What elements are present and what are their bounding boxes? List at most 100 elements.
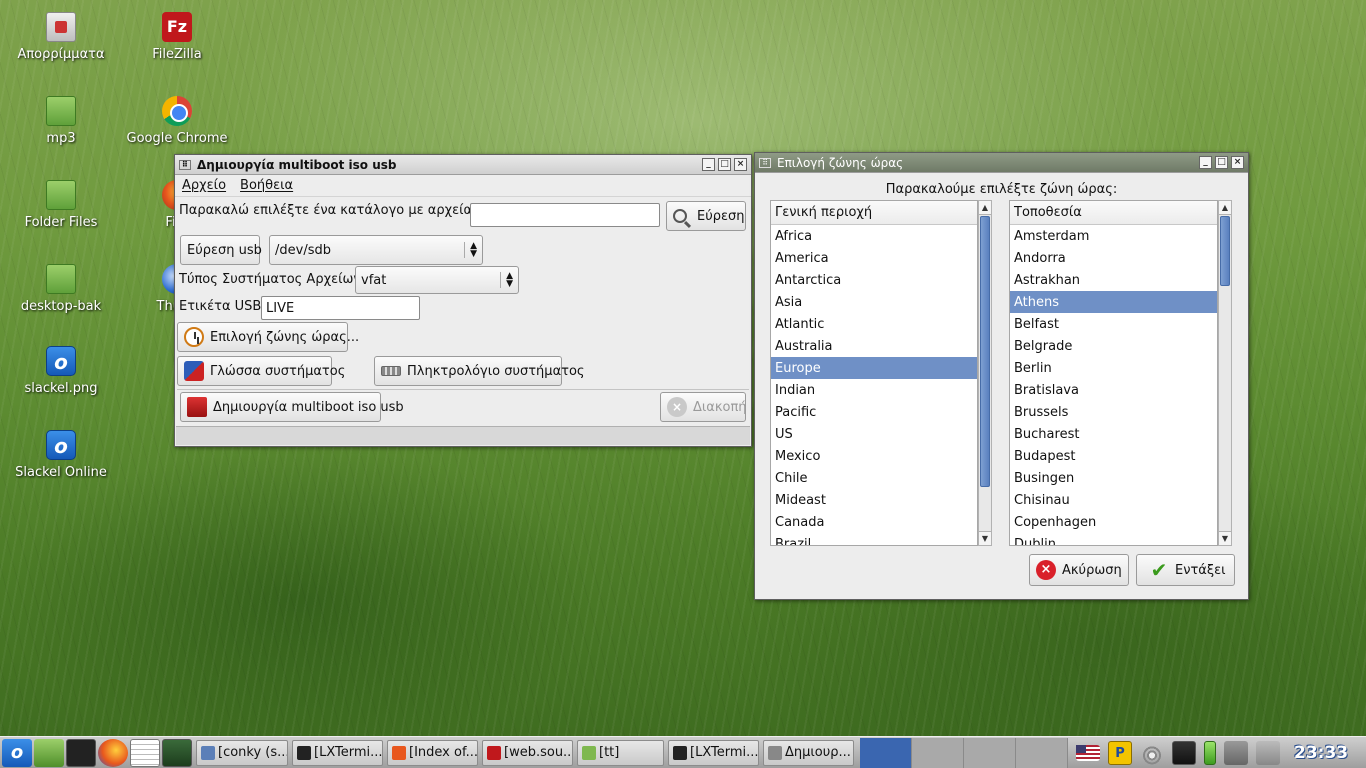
taskbar-task[interactable]: [tt] <box>577 739 664 766</box>
usb-label-input[interactable]: LIVE <box>261 296 420 320</box>
region-list[interactable]: Γενική περιοχή Africa America Antarctica As… <box>770 200 978 546</box>
find-usb-button[interactable]: Εύρεση usb <box>180 235 262 265</box>
minimize-button[interactable]: _ <box>1199 156 1212 169</box>
region-item[interactable]: Asia <box>771 291 977 313</box>
scroll-up-arrow-icon[interactable]: ▲ <box>979 201 991 215</box>
terminal-icon[interactable] <box>66 738 96 767</box>
region-item[interactable]: Pacific <box>771 401 977 423</box>
desktop-3[interactable] <box>964 737 1016 768</box>
location-item[interactable]: Athens <box>1010 291 1217 313</box>
location-item[interactable]: Copenhagen <box>1010 511 1217 533</box>
ok-button[interactable]: ✔ Εντάξει <box>1136 554 1235 586</box>
desktop-icon-chrome[interactable]: Google Chrome <box>122 96 232 146</box>
region-item[interactable]: Antarctica <box>771 269 977 291</box>
location-item[interactable]: Amsterdam <box>1010 225 1217 247</box>
wireless-icon[interactable] <box>1140 740 1164 765</box>
region-scrollbar[interactable]: ▲ ▼ <box>978 200 992 546</box>
find-button[interactable]: Εύρεση <box>666 201 746 231</box>
us-flag-icon[interactable] <box>1076 744 1100 761</box>
timezone-titlebar[interactable]: ⠿ Επιλογή ζώνης ώρας _ □ × <box>755 153 1248 173</box>
location-item[interactable]: Chisinau <box>1010 489 1217 511</box>
battery-icon[interactable] <box>1204 740 1216 765</box>
clipboard-icon[interactable]: P <box>1108 740 1132 765</box>
scroll-thumb[interactable] <box>980 216 990 487</box>
stop-button[interactable]: × Διακοπή <box>660 392 747 422</box>
location-item[interactable]: Belfast <box>1010 313 1217 335</box>
desktop-icon-slackel-online[interactable]: o Slackel Online <box>6 430 116 480</box>
desktop-icon-mp3[interactable]: mp3 <box>6 96 116 146</box>
desktop-2[interactable] <box>912 737 964 768</box>
multiboot-titlebar[interactable]: ⠿ Δημιουργία multiboot iso usb _ □ × <box>175 155 751 175</box>
region-item[interactable]: Canada <box>771 511 977 533</box>
create-button[interactable]: Δημιουργία multiboot iso usb <box>180 392 404 422</box>
desktop-1[interactable] <box>860 737 912 768</box>
fs-type-select[interactable]: vfat ▲ ▼ <box>355 266 519 294</box>
scroll-up-arrow-icon[interactable]: ▲ <box>1219 201 1231 215</box>
location-column-header[interactable]: Τοποθεσία <box>1010 201 1217 225</box>
region-item[interactable]: Europe <box>771 357 977 379</box>
region-item[interactable]: America <box>771 247 977 269</box>
region-column-header[interactable]: Γενική περιοχή <box>771 201 977 225</box>
menu-file[interactable]: Αρχείο <box>182 178 226 193</box>
scroll-down-arrow-icon[interactable]: ▼ <box>979 531 991 545</box>
location-item[interactable]: Dublin <box>1010 533 1217 546</box>
window-menu-icon[interactable]: ⠿ <box>179 159 191 170</box>
location-item[interactable]: Budapest <box>1010 445 1217 467</box>
menu-help[interactable]: Βοήθεια <box>240 178 293 193</box>
location-item[interactable]: Andorra <box>1010 247 1217 269</box>
location-item[interactable]: Berlin <box>1010 357 1217 379</box>
location-list[interactable]: Τοποθεσία Amsterdam Andorra Astrakhan Athen… <box>1009 200 1218 546</box>
region-item[interactable]: Indian <box>771 379 977 401</box>
iso-dir-input[interactable] <box>470 203 660 227</box>
region-item[interactable]: Africa <box>771 225 977 247</box>
desktop-icon-slackel-png[interactable]: o slackel.png <box>6 346 116 396</box>
taskbar-task[interactable]: [web.sou... <box>482 739 573 766</box>
window-menu-icon[interactable]: ⠿ <box>759 157 771 168</box>
taskbar-task[interactable]: Δημιουρ... <box>763 739 854 766</box>
desktop-icon-folder-files[interactable]: Folder Files <box>6 180 116 230</box>
scroll-down-arrow-icon[interactable]: ▼ <box>1219 531 1231 545</box>
cancel-button[interactable]: × Ακύρωση <box>1029 554 1129 586</box>
region-item[interactable]: Mexico <box>771 445 977 467</box>
update-icon[interactable] <box>1224 740 1248 765</box>
language-button[interactable]: Γλώσσα συστήματος <box>177 356 345 386</box>
network-icon[interactable] <box>1172 740 1196 765</box>
volume-icon[interactable] <box>1256 740 1280 765</box>
minimize-button[interactable]: _ <box>702 158 715 171</box>
region-item[interactable]: US <box>771 423 977 445</box>
usb-device-select[interactable]: /dev/sdb ▲ ▼ <box>269 235 483 265</box>
close-button[interactable]: × <box>734 158 747 171</box>
location-item[interactable]: Brussels <box>1010 401 1217 423</box>
location-item[interactable]: Bratislava <box>1010 379 1217 401</box>
region-item[interactable]: Chile <box>771 467 977 489</box>
slackel-menu-icon[interactable]: o <box>2 738 32 767</box>
location-item[interactable]: Busingen <box>1010 467 1217 489</box>
location-item[interactable]: Belgrade <box>1010 335 1217 357</box>
firefox-icon[interactable] <box>98 738 128 767</box>
location-scrollbar[interactable]: ▲ ▼ <box>1218 200 1232 546</box>
region-item[interactable]: Brazil <box>771 533 977 546</box>
desktop-icon-desktop-bak[interactable]: desktop-bak <box>6 264 116 314</box>
region-item[interactable]: Australia <box>771 335 977 357</box>
taskbar-task[interactable]: [Index of... <box>387 739 478 766</box>
home-folder-icon[interactable] <box>34 738 64 767</box>
clock[interactable]: 23:33 <box>1294 743 1348 763</box>
scroll-thumb[interactable] <box>1220 216 1230 286</box>
system-monitor-icon[interactable] <box>162 738 192 767</box>
close-button[interactable]: × <box>1231 156 1244 169</box>
taskbar-task[interactable]: [conky (s... <box>196 739 288 766</box>
taskbar-task[interactable]: [LXTermi... <box>292 739 383 766</box>
location-item[interactable]: Astrakhan <box>1010 269 1217 291</box>
desktop-icon-trash[interactable]: Απορρίμματα <box>6 12 116 62</box>
location-item[interactable]: Bucharest <box>1010 423 1217 445</box>
timezone-button[interactable]: Επιλογή ζώνης ώρας... <box>177 322 359 352</box>
text-editor-icon[interactable] <box>130 738 160 767</box>
desktop-icon-filezilla[interactable]: Fz FileZilla <box>122 12 232 62</box>
maximize-button[interactable]: □ <box>1215 156 1228 169</box>
desktop-4[interactable] <box>1016 737 1068 768</box>
maximize-button[interactable]: □ <box>718 158 731 171</box>
taskbar-task[interactable]: [LXTermi... <box>668 739 759 766</box>
region-item[interactable]: Atlantic <box>771 313 977 335</box>
keyboard-button[interactable]: Πληκτρολόγιο συστήματος <box>374 356 585 386</box>
region-item[interactable]: Mideast <box>771 489 977 511</box>
